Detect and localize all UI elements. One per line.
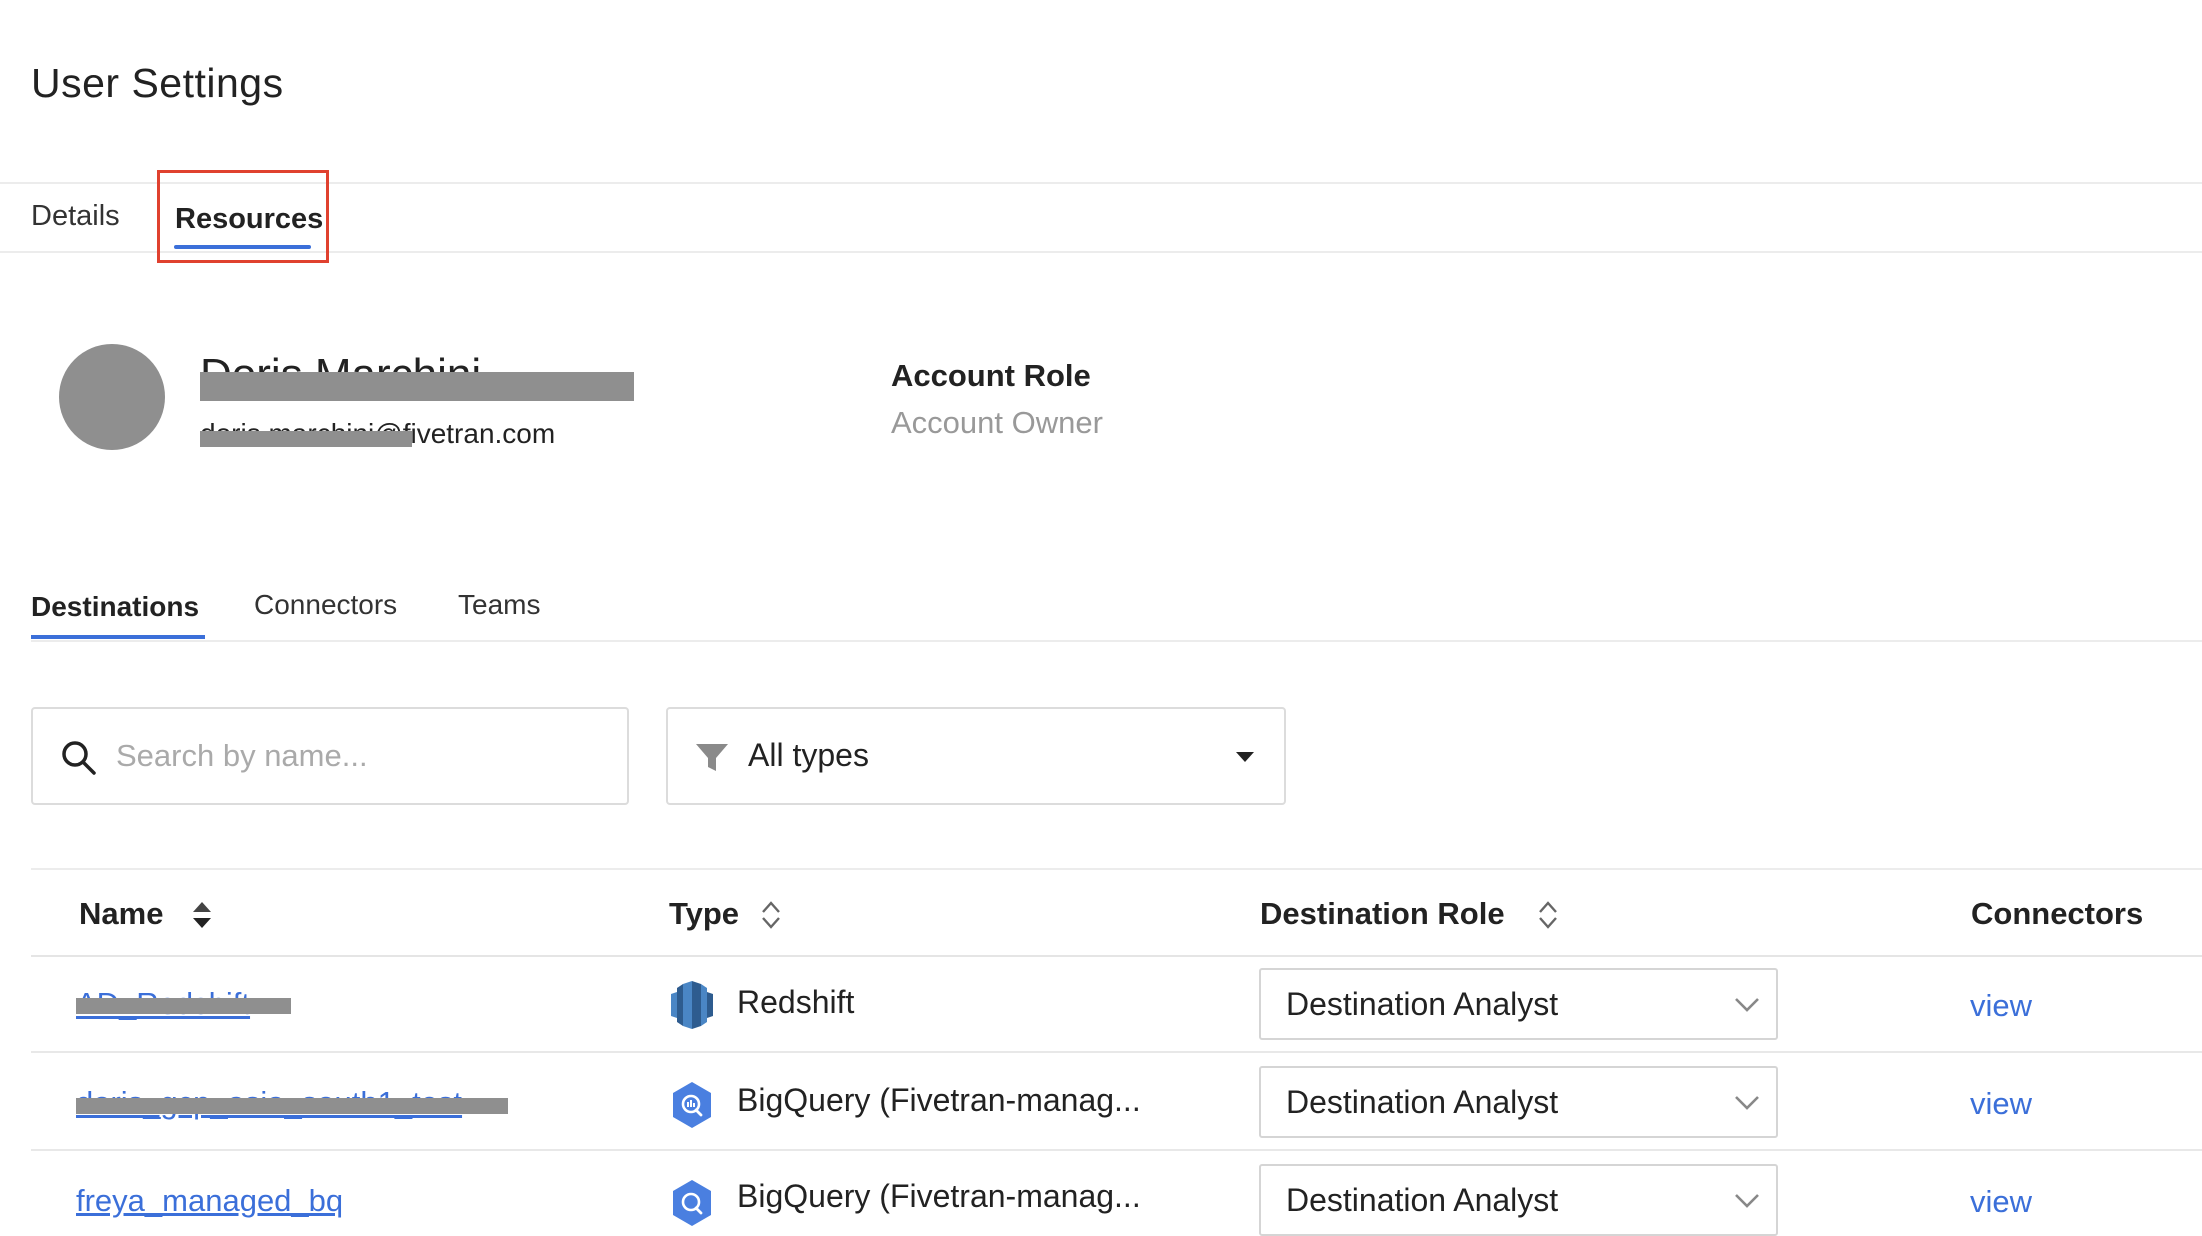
connectors-view-link[interactable]: view — [1970, 1086, 2032, 1122]
account-role-label: Account Role — [891, 358, 1091, 393]
account-role-value: Account Owner — [891, 405, 1103, 440]
destination-type: Redshift — [737, 984, 855, 1020]
search-icon — [62, 741, 96, 775]
connectors-view-link[interactable]: view — [1970, 1184, 2032, 1220]
email-redaction — [200, 431, 412, 447]
active-subtab-indicator — [31, 635, 205, 639]
avatar — [59, 344, 165, 450]
table-top-divider — [31, 868, 2202, 870]
tab-details[interactable]: Details — [31, 200, 120, 233]
column-header-connectors: Connectors — [1971, 896, 2144, 931]
bigquery-icon — [673, 1180, 711, 1226]
filter-icon — [696, 744, 728, 771]
tabs-top-divider — [0, 182, 2202, 184]
name-redaction — [76, 998, 291, 1014]
chevron-down-icon — [1735, 1096, 1759, 1110]
column-header-destination-role[interactable]: Destination Role — [1260, 896, 1505, 932]
type-filter-value: All types — [748, 737, 869, 773]
column-header-type[interactable]: Type — [669, 896, 739, 932]
resources-tab-highlight — [157, 170, 329, 263]
bigquery-icon — [673, 1082, 711, 1128]
table-header-divider — [31, 955, 2202, 957]
chevron-down-icon — [1735, 998, 1759, 1012]
sort-icon[interactable] — [1537, 898, 1559, 932]
row-divider — [31, 1149, 2202, 1151]
connectors-view-link[interactable]: view — [1970, 988, 2032, 1024]
caret-down-icon — [1236, 752, 1254, 762]
search-input[interactable] — [116, 726, 606, 786]
subtab-teams[interactable]: Teams — [458, 589, 540, 621]
tabs-bottom-divider — [0, 251, 2202, 253]
destination-type: BigQuery (Fivetran-manag... — [737, 1082, 1141, 1118]
destination-role-value: Destination Analyst — [1286, 1084, 1559, 1120]
chevron-down-icon — [1735, 1194, 1759, 1208]
column-header-name[interactable]: Name — [79, 896, 163, 932]
name-redaction — [200, 372, 634, 401]
destination-role-value: Destination Analyst — [1286, 1182, 1559, 1218]
subtab-connectors[interactable]: Connectors — [254, 589, 397, 621]
subtabs-divider — [31, 640, 2202, 642]
destination-type: BigQuery (Fivetran-manag... — [737, 1178, 1141, 1214]
subtab-destinations[interactable]: Destinations — [31, 591, 199, 623]
redshift-icon — [671, 981, 713, 1029]
row-divider — [31, 1051, 2202, 1053]
sort-icon[interactable] — [760, 898, 782, 932]
name-redaction — [76, 1098, 508, 1114]
sort-icon-active[interactable] — [191, 898, 213, 932]
destination-name-link[interactable]: freya_managed_bq — [76, 1183, 343, 1219]
page-title: User Settings — [31, 60, 284, 106]
destination-role-value: Destination Analyst — [1286, 986, 1559, 1022]
